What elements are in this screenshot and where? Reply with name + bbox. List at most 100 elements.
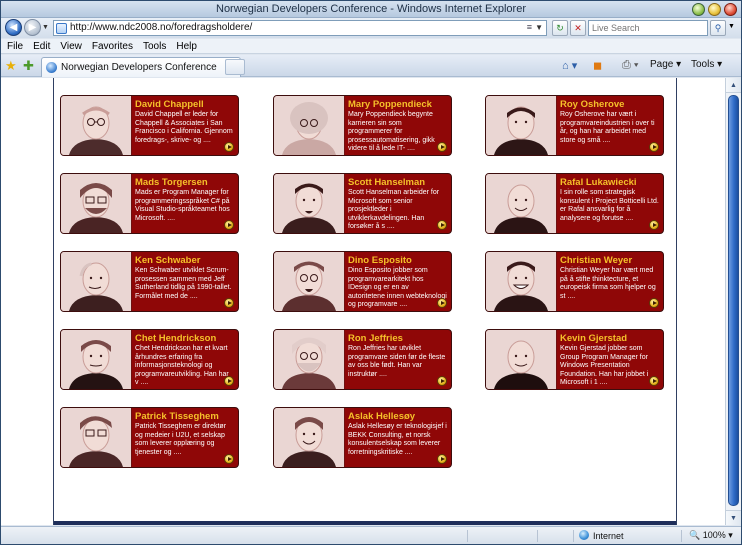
speaker-photo[interactable] xyxy=(274,96,345,155)
speaker-card[interactable]: Rafal Lukawiecki I sin rolle som strateg… xyxy=(485,173,664,234)
address-bar[interactable]: http://www.ndc2008.no/foredragsholdere/ … xyxy=(53,20,547,36)
speaker-name[interactable]: Dino Esposito xyxy=(348,255,447,266)
read-more-arrow-icon[interactable] xyxy=(649,376,659,386)
speaker-card[interactable]: Aslak Hellesøy Aslak Hellesøy er teknolo… xyxy=(273,407,452,468)
menu-edit[interactable]: Edit xyxy=(33,41,50,52)
search-input[interactable] xyxy=(589,21,707,35)
speaker-card[interactable]: Roy Osherove Roy Osherove har vært i pro… xyxy=(485,95,664,156)
menu-help[interactable]: Help xyxy=(176,41,197,52)
speaker-card[interactable]: Kevin Gjerstad Kevin Gjerstad jobber som… xyxy=(485,329,664,390)
read-more-arrow-icon[interactable] xyxy=(649,298,659,308)
maximize-button[interactable] xyxy=(708,3,721,16)
compatibility-icon[interactable]: ≡ xyxy=(527,22,532,32)
menu-view[interactable]: View xyxy=(60,41,82,52)
speaker-name[interactable]: Rafal Lukawiecki xyxy=(560,177,659,188)
forward-button[interactable]: ▶ xyxy=(24,19,41,36)
read-more-arrow-icon[interactable] xyxy=(224,142,234,152)
scroll-down-icon[interactable]: ▼ xyxy=(726,510,741,525)
scroll-thumb[interactable] xyxy=(728,95,739,506)
print-icon[interactable]: ⎙ ▾ xyxy=(622,59,638,72)
read-more-arrow-icon[interactable] xyxy=(649,142,659,152)
speaker-name[interactable]: Ron Jeffries xyxy=(348,333,447,344)
home-icon[interactable]: ⌂ ▾ xyxy=(562,59,577,72)
favorites-star-icon[interactable]: ★ xyxy=(5,59,17,72)
search-box[interactable] xyxy=(588,20,708,36)
speaker-photo[interactable] xyxy=(486,330,557,389)
history-dropdown-icon[interactable]: ▼ xyxy=(42,24,49,31)
stop-button[interactable]: ✕ xyxy=(570,20,586,36)
minimize-button[interactable] xyxy=(692,3,705,16)
speaker-card[interactable]: Patrick Tisseghem Patrick Tisseghem er d… xyxy=(60,407,239,468)
speaker-card[interactable]: Mads Torgersen Mads er Program Manager f… xyxy=(60,173,239,234)
back-button[interactable]: ◀ xyxy=(5,19,22,36)
window-title: Norwegian Developers Conference - Window… xyxy=(216,3,526,15)
menu-favorites[interactable]: Favorites xyxy=(92,41,133,52)
vertical-scrollbar[interactable]: ▲ ▼ xyxy=(725,78,741,525)
speaker-card[interactable]: David Chappell David Chappell er leder f… xyxy=(60,95,239,156)
speaker-photo[interactable] xyxy=(486,96,557,155)
speaker-name[interactable]: Patrick Tisseghem xyxy=(135,411,234,422)
speaker-card[interactable]: Mary Poppendieck Mary Poppendieck begynt… xyxy=(273,95,452,156)
tools-menu[interactable]: Tools ▾ xyxy=(691,59,722,70)
add-favorites-icon[interactable]: ✚ xyxy=(23,59,34,72)
speaker-name[interactable]: Mads Torgersen xyxy=(135,177,234,188)
read-more-arrow-icon[interactable] xyxy=(437,376,447,386)
speaker-card[interactable]: Ron Jeffries Ron Jeffries har utviklet p… xyxy=(273,329,452,390)
speaker-photo[interactable] xyxy=(274,408,345,467)
speaker-name[interactable]: Mary Poppendieck xyxy=(348,99,447,110)
speaker-photo[interactable] xyxy=(61,330,132,389)
read-more-arrow-icon[interactable] xyxy=(437,142,447,152)
speaker-name[interactable]: Ken Schwaber xyxy=(135,255,234,266)
menu-tools[interactable]: Tools xyxy=(143,41,166,52)
scroll-up-icon[interactable]: ▲ xyxy=(726,78,741,93)
speaker-card[interactable]: Dino Esposito Dino Esposito jobber som p… xyxy=(273,251,452,312)
speaker-photo[interactable] xyxy=(486,174,557,233)
search-options-dropdown-icon[interactable]: ▼ xyxy=(728,23,735,30)
speaker-name[interactable]: Chet Hendrickson xyxy=(135,333,234,344)
speaker-name[interactable]: Aslak Hellesøy xyxy=(348,411,447,422)
speaker-photo[interactable] xyxy=(274,174,345,233)
address-url[interactable]: http://www.ndc2008.no/foredragsholdere/ xyxy=(70,22,252,33)
speaker-name[interactable]: Kevin Gjerstad xyxy=(560,333,659,344)
speaker-card[interactable]: Ken Schwaber Ken Schwaber utviklet Scrum… xyxy=(60,251,239,312)
address-dropdown-icon[interactable]: ▼ xyxy=(535,23,543,32)
speaker-description: David Chappell er leder for Chappell & A… xyxy=(135,111,233,144)
refresh-button[interactable]: ↻ xyxy=(552,20,568,36)
read-more-arrow-icon[interactable] xyxy=(437,220,447,230)
speaker-info: Dino Esposito Dino Esposito jobber som p… xyxy=(348,255,447,309)
new-tab-button[interactable] xyxy=(225,59,245,75)
zoom-level[interactable]: 🔍 100% ▾ xyxy=(689,530,733,541)
speaker-photo[interactable] xyxy=(61,96,132,155)
page-menu-label: Page xyxy=(650,59,674,70)
zone-label: Internet xyxy=(593,531,624,541)
speaker-card[interactable]: Chet Hendrickson Chet Hendrickson har et… xyxy=(60,329,239,390)
speaker-name[interactable]: Scott Hanselman xyxy=(348,177,447,188)
tab-current[interactable]: Norwegian Developers Conference xyxy=(41,57,241,77)
search-button[interactable]: ⚲ xyxy=(710,20,726,36)
security-zone[interactable]: Internet xyxy=(579,530,624,541)
speaker-name[interactable]: Roy Osherove xyxy=(560,99,659,110)
speaker-description: Aslak Hellesøy er teknologisjef i BEKK C… xyxy=(348,423,447,456)
speaker-name[interactable]: Christian Weyer xyxy=(560,255,659,266)
read-more-arrow-icon[interactable] xyxy=(224,376,234,386)
speaker-photo[interactable] xyxy=(274,252,345,311)
speaker-name[interactable]: David Chappell xyxy=(135,99,234,110)
speaker-photo[interactable] xyxy=(486,252,557,311)
speaker-photo[interactable] xyxy=(61,252,132,311)
read-more-arrow-icon[interactable] xyxy=(437,454,447,464)
speaker-photo[interactable] xyxy=(61,174,132,233)
read-more-arrow-icon[interactable] xyxy=(224,454,234,464)
read-more-arrow-icon[interactable] xyxy=(649,220,659,230)
read-more-arrow-icon[interactable] xyxy=(437,298,447,308)
read-more-arrow-icon[interactable] xyxy=(224,298,234,308)
speaker-info: Roy Osherove Roy Osherove har vært i pro… xyxy=(560,99,659,153)
read-more-arrow-icon[interactable] xyxy=(224,220,234,230)
page-menu[interactable]: Page ▾ xyxy=(650,59,681,70)
speaker-photo[interactable] xyxy=(274,330,345,389)
speaker-photo[interactable] xyxy=(61,408,132,467)
close-button[interactable] xyxy=(724,3,737,16)
feeds-icon[interactable]: ◼ xyxy=(593,59,602,72)
menu-file[interactable]: File xyxy=(7,41,23,52)
speaker-card[interactable]: Christian Weyer Christian Weyer har vært… xyxy=(485,251,664,312)
speaker-card[interactable]: Scott Hanselman Scott Hanselman arbeider… xyxy=(273,173,452,234)
